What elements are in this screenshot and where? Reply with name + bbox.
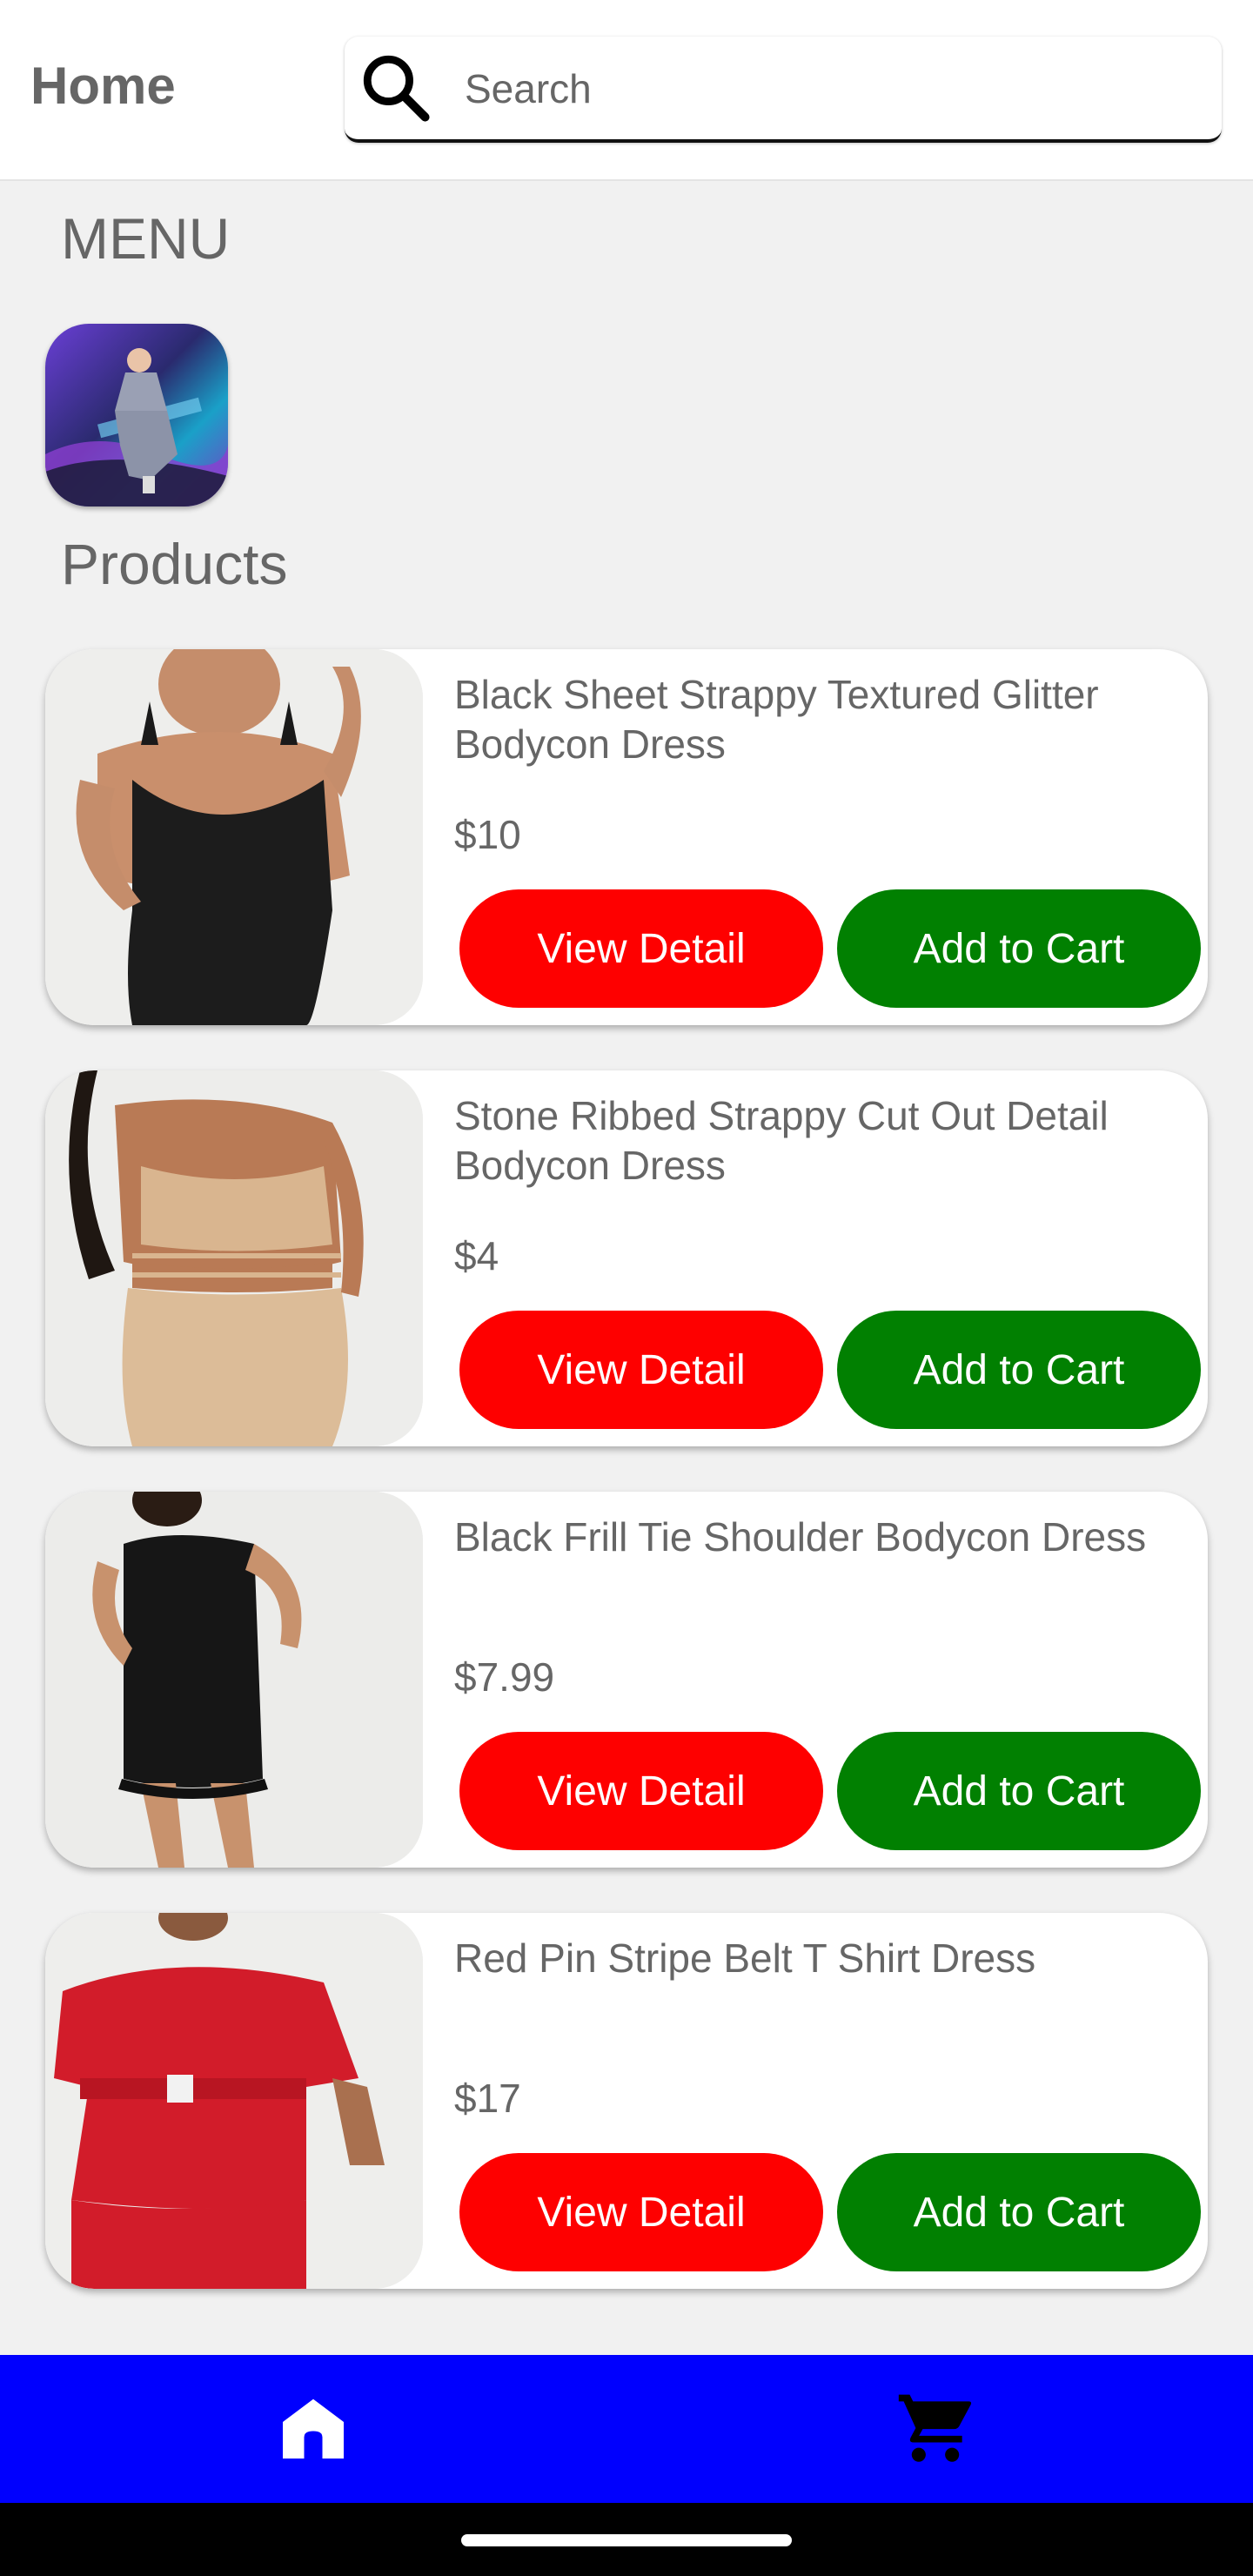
home-indicator[interactable] xyxy=(461,2534,792,2546)
product-price: $4 xyxy=(454,1233,499,1278)
add-to-cart-button[interactable]: Add to Cart xyxy=(837,1311,1201,1429)
view-detail-button[interactable]: View Detail xyxy=(459,2153,823,2271)
view-detail-button[interactable]: View Detail xyxy=(459,1311,823,1429)
product-price: $17 xyxy=(454,2076,521,2121)
menu-category-thumbnail[interactable] xyxy=(45,324,228,506)
app-header: Home xyxy=(0,0,1253,181)
search-icon xyxy=(363,55,430,122)
add-to-cart-button[interactable]: Add to Cart xyxy=(837,2153,1201,2271)
add-to-cart-button[interactable]: Add to Cart xyxy=(837,889,1201,1008)
view-detail-button[interactable]: View Detail xyxy=(459,889,823,1008)
add-to-cart-button[interactable]: Add to Cart xyxy=(837,1732,1201,1850)
product-image xyxy=(45,649,423,1025)
view-detail-button[interactable]: View Detail xyxy=(459,1732,823,1850)
search-input[interactable] xyxy=(463,37,1197,141)
search-bar[interactable] xyxy=(345,37,1222,143)
product-card[interactable]: Stone Ribbed Strappy Cut Out Detail Body… xyxy=(45,1070,1208,1446)
product-image xyxy=(45,1492,423,1868)
page-title: Home xyxy=(30,57,176,115)
product-card[interactable]: Black Sheet Strappy Textured Glitter Bod… xyxy=(45,649,1208,1025)
product-price: $7.99 xyxy=(454,1654,555,1700)
system-navigation-bar xyxy=(0,2503,1253,2576)
cart-icon[interactable] xyxy=(895,2388,976,2468)
product-card[interactable]: Black Frill Tie Shoulder Bodycon Dress $… xyxy=(45,1492,1208,1868)
product-image xyxy=(45,1070,423,1446)
product-name: Red Pin Stripe Belt T Shirt Dress xyxy=(454,1935,1036,1981)
product-name: Black Frill Tie Shoulder Bodycon Dress xyxy=(454,1514,1147,1560)
product-name: Stone Ribbed Strappy Cut Out Detail Body… xyxy=(454,1093,1109,1188)
product-price: $10 xyxy=(454,812,521,857)
menu-title: MENU xyxy=(61,206,231,271)
product-image xyxy=(45,1913,423,2289)
category-image xyxy=(45,348,228,506)
home-icon[interactable] xyxy=(277,2392,350,2465)
product-card[interactable]: Red Pin Stripe Belt T Shirt Dress $17 Vi… xyxy=(45,1913,1208,2289)
products-title: Products xyxy=(61,532,288,596)
product-name: Black Sheet Strappy Textured Glitter Bod… xyxy=(454,672,1099,767)
bottom-navigation xyxy=(0,2355,1253,2503)
